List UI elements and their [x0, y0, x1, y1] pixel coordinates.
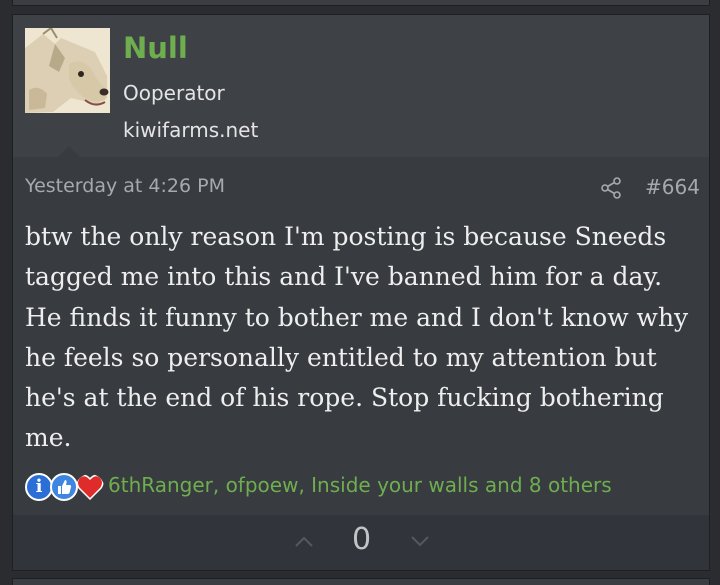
previous-post-edge — [12, 0, 710, 6]
next-post-edge — [12, 578, 710, 585]
user-block: Null Ooperator kiwifarms.net — [13, 15, 709, 157]
informative-icon: i — [25, 473, 53, 501]
vote-count: 0 — [352, 522, 372, 557]
username[interactable]: Null — [123, 31, 188, 65]
love-icon — [76, 474, 104, 500]
user-site: kiwifarms.net — [123, 118, 259, 142]
post-date[interactable]: Yesterday at 4:26 PM — [25, 175, 225, 197]
dog-avatar[interactable] — [25, 28, 110, 113]
reaction-users-link[interactable]: 6thRanger, ofpoew, Inside your walls and… — [108, 473, 612, 497]
post-number[interactable]: #664 — [645, 175, 700, 199]
chevron-up-icon[interactable] — [293, 532, 315, 550]
user-title: Ooperator — [123, 81, 225, 105]
share-icon[interactable] — [599, 176, 623, 200]
post-body: btw the only reason I'm posting is becau… — [25, 222, 689, 453]
like-icon — [50, 473, 78, 501]
dog-avatar-icon — [25, 28, 110, 113]
post: Null Ooperator kiwifarms.net Yesterday a… — [12, 14, 710, 571]
informative-glyph: i — [35, 476, 43, 497]
user-block-arrow — [58, 146, 80, 157]
chevron-down-icon[interactable] — [409, 532, 431, 550]
thumbs-up-icon — [58, 480, 72, 494]
vote-bar: 0 — [13, 515, 709, 570]
